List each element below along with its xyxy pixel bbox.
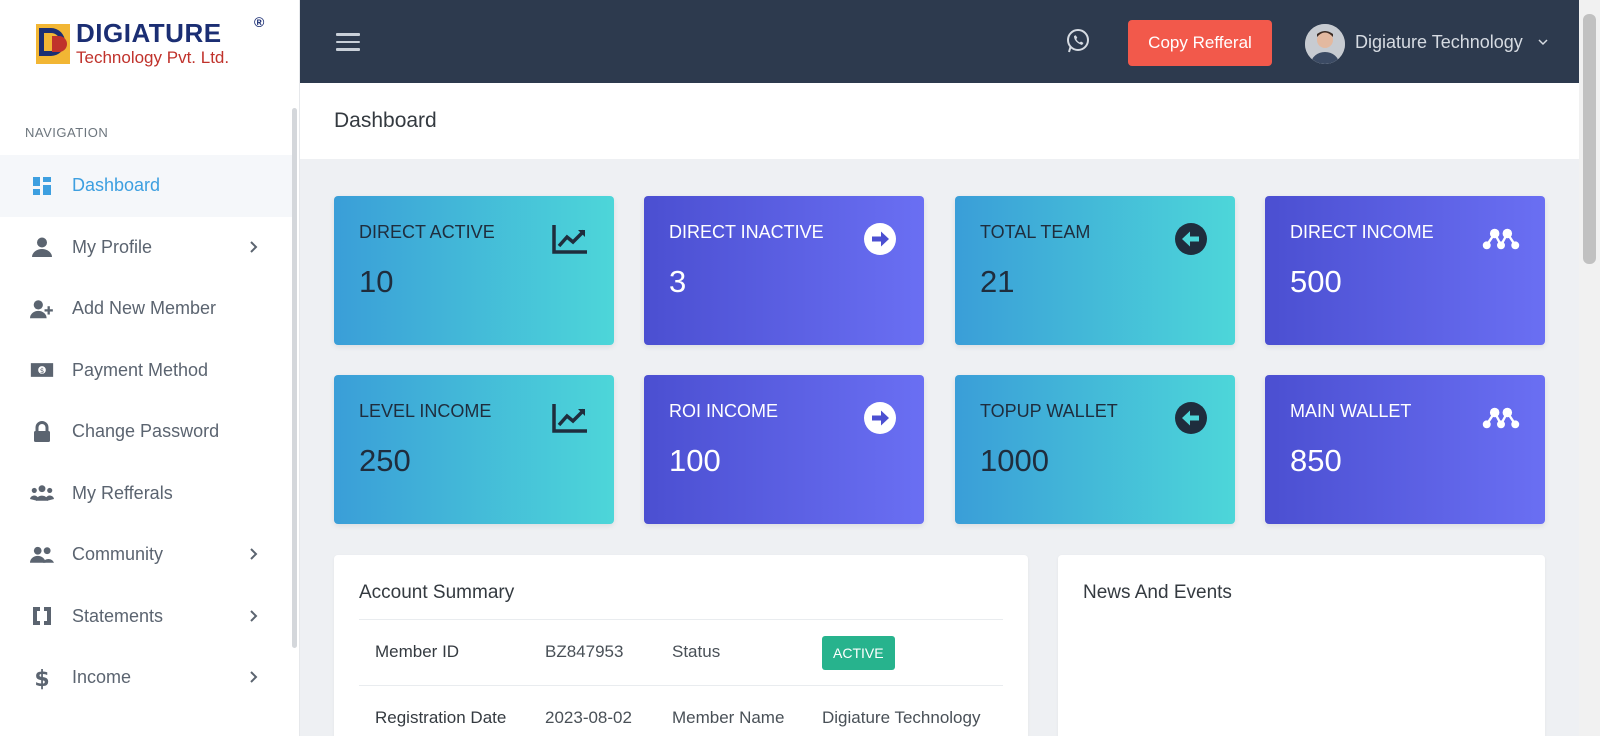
arrow-circle-right-icon: [864, 402, 896, 434]
registered-mark: ®: [254, 14, 265, 30]
member-id-label: Member ID: [375, 642, 460, 661]
sidebar-scrollbar[interactable]: [292, 108, 297, 648]
lock-icon: [30, 420, 54, 444]
card-label: DIRECT ACTIVE: [359, 222, 495, 242]
card-label: DIRECT INACTIVE: [669, 222, 824, 242]
arrow-circle-right-icon: [864, 223, 896, 255]
chevron-down-icon[interactable]: [1537, 36, 1549, 48]
card-label: TOPUP WALLET: [980, 401, 1118, 421]
dollar-icon: $: [30, 666, 54, 690]
card-label: LEVEL INCOME: [359, 401, 492, 421]
account-summary-table: Member ID BZ847953 Status ACTIVE Registr…: [359, 619, 1003, 736]
sidebar-item-dashboard[interactable]: Dashboard: [0, 155, 292, 217]
sidebar-item-my-profile[interactable]: My Profile: [0, 217, 292, 279]
sidebar-item-statements[interactable]: Statements: [0, 586, 292, 648]
chevron-right-icon: [250, 609, 258, 622]
page-scrollbar-thumb[interactable]: [1583, 14, 1596, 264]
sidebar-item-label: Dashboard: [72, 175, 161, 196]
stat-card-direct-inactive[interactable]: DIRECT INACTIVE 3: [644, 196, 924, 345]
card-value: 21: [980, 264, 1015, 299]
copy-referral-button[interactable]: Copy Refferal: [1128, 20, 1272, 66]
stat-card-level-income[interactable]: LEVEL INCOME 250: [334, 375, 614, 524]
table-row: Registration Date 2023-08-02 Member Name…: [359, 685, 1003, 736]
sidebar-item-label: Statements: [72, 605, 164, 626]
stat-card-roi-income[interactable]: ROI INCOME 100: [644, 375, 924, 524]
account-summary-title: Account Summary: [359, 582, 515, 603]
registration-date-label: Registration Date: [375, 708, 507, 727]
account-summary-panel: Account Summary Member ID BZ847953 Statu…: [334, 555, 1028, 736]
user-plus-icon: [30, 297, 54, 321]
page-title: Dashboard: [334, 109, 437, 132]
svg-text:$: $: [40, 367, 44, 375]
sidebar-item-income[interactable]: $ Income: [0, 647, 292, 709]
user-group-icon: [30, 543, 54, 567]
page-header: Dashboard: [300, 83, 1579, 159]
card-value: 100: [669, 443, 721, 478]
stat-card-direct-income[interactable]: DIRECT INCOME 500: [1265, 196, 1545, 345]
sidebar: DIGIATURE ® Technology Pvt. Ltd. NAVIGAT…: [0, 0, 300, 736]
chart-line-icon: [552, 404, 587, 433]
sidebar-nav: Dashboard My Profile Add New Member $ Pa…: [0, 155, 292, 709]
sidebar-item-community[interactable]: Community: [0, 524, 292, 586]
status-label: Status: [672, 642, 721, 661]
sidebar-item-label: Community: [72, 544, 164, 565]
card-label: ROI INCOME: [669, 401, 779, 421]
svg-text:$: $: [34, 667, 49, 690]
card-value: 250: [359, 443, 411, 478]
stat-card-direct-active[interactable]: DIRECT ACTIVE 10: [334, 196, 614, 345]
sidebar-item-change-password[interactable]: Change Password: [0, 401, 292, 463]
card-value: 3: [669, 264, 687, 299]
chevron-right-icon: [250, 548, 258, 560]
sidebar-item-label: Add New Member: [72, 298, 217, 319]
network-icon: [1482, 407, 1520, 429]
arrow-circle-left-icon: [1175, 223, 1207, 255]
users-icon: [30, 481, 54, 505]
table-row: Member ID BZ847953 Status ACTIVE: [359, 619, 1003, 685]
status-badge: ACTIVE: [822, 636, 895, 670]
chevron-right-icon: [250, 240, 258, 253]
stat-card-main-wallet[interactable]: MAIN WALLET 850: [1265, 375, 1545, 524]
brand-title: DIGIATURE: [76, 18, 222, 48]
menu-toggle-icon[interactable]: [336, 33, 360, 51]
avatar[interactable]: [1305, 24, 1345, 64]
registration-date-value: 2023-08-02: [545, 708, 632, 727]
member-name-label: Member Name: [672, 708, 785, 727]
sidebar-item-payment-method[interactable]: $ Payment Method: [0, 340, 292, 402]
card-label: MAIN WALLET: [1290, 401, 1412, 421]
user-icon: [30, 235, 54, 259]
member-id-value: BZ847953: [545, 642, 624, 661]
user-name[interactable]: Digiature Technology: [1355, 32, 1523, 53]
navigation-heading: NAVIGATION: [25, 125, 109, 140]
card-value: 850: [1290, 443, 1342, 478]
card-value: 1000: [980, 443, 1049, 478]
stat-card-topup-wallet[interactable]: TOPUP WALLET 1000: [955, 375, 1235, 524]
statement-icon: [30, 604, 54, 628]
sidebar-item-label: Payment Method: [72, 359, 209, 380]
card-label: TOTAL TEAM: [980, 222, 1091, 242]
card-value: 10: [359, 264, 394, 299]
sidebar-item-label: Change Password: [72, 421, 220, 442]
money-bill-icon: $: [30, 358, 54, 382]
sidebar-item-my-refferals[interactable]: My Refferals: [0, 463, 292, 525]
card-value: 500: [1290, 264, 1342, 299]
chart-line-icon: [552, 225, 587, 254]
chevron-right-icon: [250, 671, 258, 683]
whatsapp-icon[interactable]: [1065, 28, 1091, 54]
arrow-circle-left-icon: [1175, 402, 1207, 434]
member-name-value: Digiature Technology: [822, 708, 981, 727]
sidebar-item-label: Income: [72, 667, 132, 688]
top-navbar: Copy Refferal Digiature Technology: [300, 0, 1579, 83]
sidebar-item-label: My Profile: [72, 236, 153, 257]
brand-subtitle: Technology Pvt. Ltd.: [76, 48, 230, 67]
news-events-title: News And Events: [1083, 582, 1232, 603]
dashboard-icon: [30, 174, 54, 198]
sidebar-item-add-new-member[interactable]: Add New Member: [0, 278, 292, 340]
stat-card-total-team[interactable]: TOTAL TEAM 21: [955, 196, 1235, 345]
news-events-panel: News And Events: [1058, 555, 1545, 736]
logo-mark-icon: [36, 24, 70, 64]
card-label: DIRECT INCOME: [1290, 222, 1434, 242]
brand-logo[interactable]: DIGIATURE ® Technology Pvt. Ltd.: [0, 0, 299, 92]
network-icon: [1482, 228, 1520, 250]
sidebar-item-label: My Refferals: [72, 482, 173, 503]
